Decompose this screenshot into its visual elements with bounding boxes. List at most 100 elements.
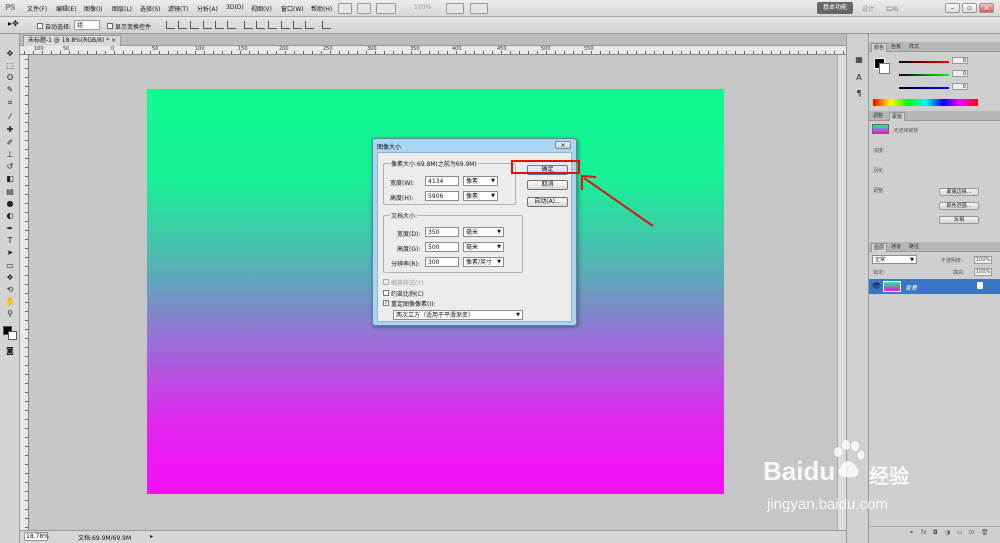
green-value[interactable]: 0 [952,70,968,77]
eye-icon[interactable]: 👁 [872,282,881,290]
doc-width-input[interactable]: 350 [425,227,459,237]
status-zoom[interactable]: 18.78% [24,532,49,541]
distribute-bottom-icon[interactable] [268,21,277,29]
bridge-icon[interactable] [338,3,352,14]
trash-icon[interactable]: 🗑 [981,529,989,536]
green-slider[interactable] [899,74,949,76]
tab-channels[interactable]: 通道 [889,243,903,252]
3d-orbit-tool-icon[interactable]: ⟲ [4,284,16,295]
dodge-tool-icon[interactable]: ◐ [4,210,16,221]
distribute-left-icon[interactable] [281,21,290,29]
width-unit-select[interactable]: 像素 ▼ [463,176,498,186]
constrain-proportions-checkbox[interactable] [383,290,389,296]
resolution-input[interactable]: 300 [425,257,459,267]
height-unit-select[interactable]: 像素 ▼ [463,191,498,201]
add-mask-icon[interactable]: ◘ [933,529,938,536]
move-tool-icon[interactable]: ▸✥ [8,19,19,28]
zoom-tool-icon[interactable]: ⚲ [4,308,16,319]
hand-tool-icon[interactable]: ✋ [4,296,16,307]
blend-mode-select[interactable]: 正常 ▼ [872,255,917,264]
tab-styles[interactable]: 样式 [907,43,921,52]
shape-tool-icon[interactable]: ▭ [4,260,16,271]
align-bottom-icon[interactable] [190,21,199,29]
blur-tool-icon[interactable]: ● [4,198,16,209]
menu-select[interactable]: 选择(S) [140,4,161,13]
eraser-tool-icon[interactable]: ◧ [4,173,16,184]
red-value[interactable]: 0 [952,57,968,64]
tab-swatches[interactable]: 色板 [889,43,903,52]
menu-3d[interactable]: 3D(D) [226,4,244,11]
close-tab-icon[interactable]: × [111,37,116,44]
distribute-top-icon[interactable] [244,21,253,29]
crop-tool-icon[interactable]: ⌗ [4,97,16,108]
doc-width-unit-select[interactable]: 毫米 ▼ [463,227,504,237]
close-window-button[interactable]: × [979,3,994,13]
menu-help[interactable]: 帮助(H) [311,4,332,13]
resample-method-select[interactable]: 两次立方（适用于平滑渐变） ▼ [393,310,523,320]
mask-edge-button[interactable]: 蒙版边缘... [939,188,979,196]
path-select-tool-icon[interactable]: ➤ [4,247,16,258]
new-layer-icon[interactable]: ⊡ [969,529,974,536]
3d-rotate-tool-icon[interactable]: ❖ [4,272,16,283]
height-input[interactable]: 5906 [425,191,459,201]
tab-adjustments[interactable]: 调整 [871,112,885,121]
minibridge-icon[interactable] [357,3,371,14]
status-arrow-icon[interactable]: ▸ [150,533,153,540]
align-left-icon[interactable] [203,21,212,29]
move-tool-icon[interactable]: ✥ [4,48,16,59]
minimize-button[interactable]: – [945,3,960,13]
opacity-value[interactable]: 100% [974,256,993,264]
workspace-essentials-button[interactable]: 基本功能 [817,2,853,14]
lasso-tool-icon[interactable]: ʘ [4,72,16,83]
background-color-swatch[interactable] [8,331,17,340]
doc-height-input[interactable]: 500 [425,242,459,252]
close-icon[interactable]: × [555,141,571,149]
history-brush-tool-icon[interactable]: ↺ [4,161,16,172]
scale-styles-checkbox[interactable] [383,279,389,285]
fill-value[interactable]: 100% [974,268,993,276]
width-input[interactable]: 4134 [425,176,459,186]
paragraph-panel-icon[interactable]: ¶ [853,88,865,99]
background-color-swatch[interactable] [879,63,890,74]
clone-stamp-tool-icon[interactable]: ⊥ [4,149,16,160]
marquee-tool-icon[interactable]: ⬚ [4,60,16,71]
menu-edit[interactable]: 编辑(E) [56,4,76,13]
menu-image[interactable]: 图像(I) [84,4,102,13]
blue-value[interactable]: 0 [952,83,968,90]
align-vcenter-icon[interactable] [178,21,187,29]
healing-brush-tool-icon[interactable]: ✚ [4,124,16,135]
fx-icon[interactable]: fx [921,529,927,536]
tab-layers[interactable]: 图层 [871,243,888,252]
color-spectrum[interactable] [873,99,978,106]
red-slider[interactable] [899,61,949,63]
brush-tool-icon[interactable]: ✐ [4,137,16,148]
menu-layer[interactable]: 图层(L) [112,4,132,13]
doc-height-unit-select[interactable]: 毫米 ▼ [463,242,504,252]
invert-button[interactable]: 反相 [939,216,979,224]
workspace-design-tab[interactable]: 设计 [862,4,874,13]
eyedropper-tool-icon[interactable]: ⁄ [4,111,16,122]
resolution-unit-select[interactable]: 像素/英寸 ▼ [463,257,504,267]
color-range-button[interactable]: 颜色范围... [939,202,979,210]
resample-checkbox[interactable]: ✓ [383,300,389,306]
distribute-right-icon[interactable] [305,21,314,29]
new-group-icon[interactable]: ▭ [957,529,963,536]
adjustment-layer-icon[interactable]: ◑ [945,529,950,536]
tab-masks[interactable]: 蒙版 [889,112,906,121]
cancel-button[interactable]: 取消 [527,180,568,190]
distribute-vcenter-icon[interactable] [256,21,265,29]
layer-row-background[interactable]: 👁 背景 [869,279,1000,294]
blue-slider[interactable] [899,87,949,89]
distribute-hcenter-icon[interactable] [293,21,302,29]
auto-select-checkbox[interactable] [37,23,43,29]
align-top-icon[interactable] [166,21,175,29]
restore-button[interactable]: ▫ [962,3,977,13]
menu-view[interactable]: 视图(V) [251,4,272,13]
menu-analysis[interactable]: 分析(A) [197,4,218,13]
arrange-documents-icon[interactable] [446,3,464,14]
screen-mode-icon[interactable] [470,3,488,14]
type-tool-icon[interactable]: T [4,235,16,246]
workspace-painting-tab[interactable]: 绘画 [886,4,898,13]
tab-paths[interactable]: 路径 [907,243,921,252]
align-right-icon[interactable] [227,21,236,29]
